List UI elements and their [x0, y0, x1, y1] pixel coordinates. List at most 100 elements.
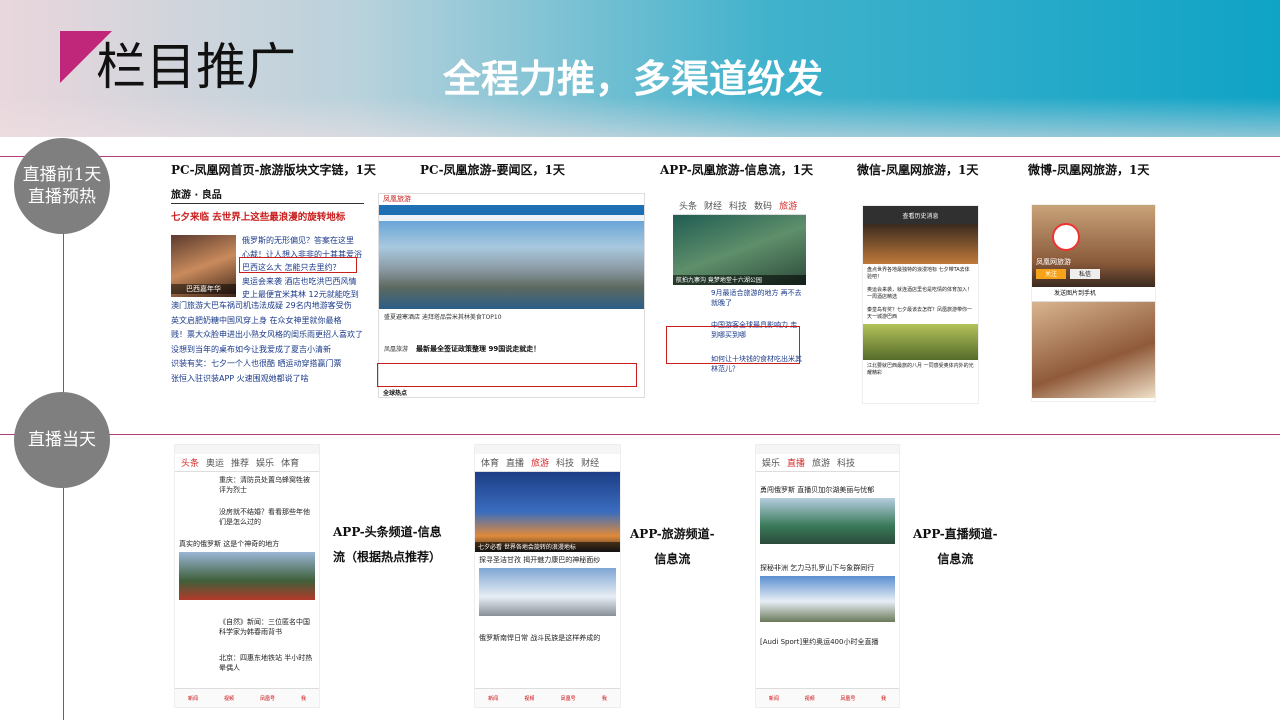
- tab-tech[interactable]: 科技: [837, 456, 855, 469]
- list-item[interactable]: 澳门旅游大巴车祸司机违法成疑 29名内地游客受伤: [171, 299, 363, 314]
- message-button[interactable]: 私信: [1070, 269, 1100, 279]
- weibo-screenshot: 凤凰网旅游 关注 私信 发送图片到手机: [1031, 204, 1156, 402]
- tab-finance[interactable]: 财经: [581, 456, 599, 469]
- bottom-nav: 新闻 视频 凤凰号 我: [175, 688, 319, 707]
- nav-fenghuanghao[interactable]: 凤凰号: [561, 695, 576, 702]
- tab-travel[interactable]: 旅游: [779, 199, 797, 212]
- article-item[interactable]: 秦皇岛有奖？七夕最该去怎样？凤凰旅游带你一天一城游巴西: [863, 304, 978, 324]
- list-item[interactable]: 识装有奖：七夕一个人也很酷 晒运动穿搭赢门票: [171, 357, 363, 372]
- caption-app-travel: APP-凤凰旅游-信息流，1天: [660, 163, 814, 177]
- dubai-image[interactable]: [379, 221, 644, 309]
- wechat-screenshot: 查看历史消息 盘点世界各地最独特的浪漫地标 七夕带TA去体验吧！ 奥运会来袭，就…: [862, 205, 979, 404]
- caption-app-travel2: APP-旅游频道- 信息流: [630, 522, 715, 572]
- nav-video[interactable]: 视频: [524, 695, 534, 702]
- slogan: 全程力推，多渠道纷发: [443, 57, 824, 101]
- list-item[interactable]: 勇闯俄罗斯 直播贝加尔湖美丽与忧郁: [756, 482, 899, 498]
- caption-line1: APP-直播频道-: [913, 527, 998, 541]
- nav-news[interactable]: 新闻: [769, 695, 779, 702]
- list-item[interactable]: 探寻圣洁甘孜 揭开魅力康巴的神秘面纱: [475, 552, 620, 568]
- kilimanjaro-image[interactable]: [760, 576, 895, 622]
- nav-me[interactable]: 我: [301, 695, 306, 702]
- nav-fenghuanghao[interactable]: 凤凰号: [260, 695, 275, 702]
- caption-line1: APP-头条频道-信息: [333, 525, 442, 539]
- bottom-nav: 新闻 视频 凤凰号 我: [475, 688, 620, 707]
- list-item[interactable]: 《自然》新闻：三位匿名中国科学家为韩春雨背书: [175, 614, 319, 650]
- news-title[interactable]: 最新最全签证政策整理 99国说走就走！: [416, 344, 540, 354]
- highlight-box: [666, 326, 800, 364]
- tab-travel[interactable]: 旅游: [531, 456, 549, 469]
- article-item[interactable]: 奥运会来袭，就连酒店里也是吃情的体育加入！一周酒店精选: [863, 284, 978, 304]
- post-bar[interactable]: 发送图片到手机: [1032, 287, 1155, 302]
- list-item[interactable]: 真实的俄罗斯 这是个神奇的地方: [175, 536, 319, 552]
- tab-live[interactable]: 直播: [787, 456, 805, 469]
- follow-button[interactable]: 关注: [1036, 269, 1066, 279]
- section-label: 凤凰旅游: [384, 346, 409, 353]
- news-list: 澳门旅游大巴车祸司机违法成疑 29名内地游客受伤 英文启肥奶糖中国风穿上身 在众…: [171, 299, 363, 386]
- stadium-image[interactable]: [863, 324, 978, 360]
- caption-line2: 信息流: [654, 552, 691, 566]
- tab-ent[interactable]: 娱乐: [762, 456, 780, 469]
- status-bar: [175, 445, 319, 454]
- channel-tabs: 头条 奥运 推荐 娱乐 体育: [175, 454, 319, 472]
- caption-pc-travel: PC-凤凰旅游-要闻区，1天: [420, 163, 565, 177]
- article-item[interactable]: 江北要就巴西最旅的八月 一同感受奥体内外的光耀精彩: [863, 360, 978, 380]
- app-live-screenshot: 娱乐 直播 旅游 科技 勇闯俄罗斯 直播贝加尔湖美丽与忧郁 探秘非洲 乞力马扎罗…: [755, 444, 900, 708]
- tab-tech[interactable]: 科技: [556, 456, 574, 469]
- list-item[interactable]: 重庆：清防员处置乌蜂窝牲被评为烈士: [175, 472, 319, 504]
- headline-link[interactable]: 七夕来临 去世界上这些最浪漫的旋转地标: [171, 209, 364, 223]
- channel-tabs: 娱乐 直播 旅游 科技: [756, 454, 899, 472]
- article-item[interactable]: 盘点世界各地最独特的浪漫地标 七夕带TA去体验吧！: [863, 264, 978, 284]
- list-item[interactable]: 探秘非洲 乞力马扎罗山下与象群同行: [756, 560, 899, 576]
- status-bar: [475, 445, 620, 454]
- list-item[interactable]: 俄罗斯南悍日常 战斗民族是这样养成的: [475, 630, 620, 646]
- caption-wechat: 微信-凤凰网旅游，1天: [857, 163, 979, 177]
- nav-me[interactable]: 我: [881, 695, 886, 702]
- tab-olympics[interactable]: 奥运: [206, 456, 224, 469]
- channel-tabs: 体育 直播 旅游 科技 财经: [475, 454, 620, 472]
- caption-pc-home: PC-凤凰网首页-旅游版块文字链，1天: [171, 163, 376, 177]
- list-item[interactable]: 9月最适合旅游的地方 再不去就晚了: [673, 285, 806, 317]
- tab-digital[interactable]: 数码: [754, 199, 772, 212]
- list-item[interactable]: 英文启肥奶糖中国风穿上身 在众女神里就你最格: [171, 314, 363, 329]
- tab-sports[interactable]: 体育: [281, 456, 299, 469]
- tab-toutiao[interactable]: 头条: [679, 199, 697, 212]
- train-image[interactable]: [179, 552, 315, 600]
- ferris-image[interactable]: [863, 224, 978, 264]
- nav-video[interactable]: 视频: [805, 695, 815, 702]
- list-item[interactable]: 贱！票大众脸申进出小熟女风格的闺乐雨更招人喜欢了: [171, 328, 363, 343]
- list-item[interactable]: 没想到当年的桌布如今让我爱成了夏吉小清新: [171, 343, 363, 358]
- app-toutiao-screenshot: 头条 奥运 推荐 娱乐 体育 重庆：清防员处置乌蜂窝牲被评为烈士 没房就不结婚？…: [174, 444, 320, 708]
- nav-me[interactable]: 我: [602, 695, 607, 702]
- tab-finance[interactable]: 财经: [704, 199, 722, 212]
- lake-image[interactable]: [760, 498, 895, 544]
- mountain-image[interactable]: [479, 568, 616, 616]
- tab-tech[interactable]: 科技: [729, 199, 747, 212]
- list-item[interactable]: 北京：四惠东地铁站 半小时热晕偶人: [175, 650, 319, 676]
- profile-avatar[interactable]: [1052, 223, 1080, 251]
- tab-live[interactable]: 直播: [506, 456, 524, 469]
- tab-sports[interactable]: 体育: [481, 456, 499, 469]
- image-caption: 航拍九寨沟 竟梦地堂十六湖公园: [673, 275, 806, 285]
- highlight-box: [377, 363, 637, 387]
- bottom-nav: 新闻 视频 凤凰号 我: [756, 688, 899, 707]
- tab-travel[interactable]: 旅游: [812, 456, 830, 469]
- caption-line2: 流（根据热点推荐）: [333, 550, 442, 564]
- nav-news[interactable]: 新闻: [188, 695, 198, 702]
- list-item[interactable]: [Audi Sport]里约奥运400小时全直播: [756, 634, 899, 650]
- tab-recommend[interactable]: 推荐: [231, 456, 249, 469]
- ferris-wheel-image[interactable]: [475, 472, 620, 552]
- status-bar: [756, 445, 899, 454]
- nav-news[interactable]: 新闻: [488, 695, 498, 702]
- wedding-image[interactable]: [1032, 302, 1155, 398]
- list-item[interactable]: 张恒入驻识装APP 火速围观她都说了啥: [171, 372, 363, 387]
- nav-video[interactable]: 视频: [224, 695, 234, 702]
- divider-middle: [0, 434, 1280, 435]
- side-link[interactable]: 奥运会来袭 酒店也吃洪巴西风情: [242, 275, 362, 289]
- tab-ent[interactable]: 娱乐: [256, 456, 274, 469]
- list-item[interactable]: 没房就不结婚？看看那些年他们是怎么过的: [175, 504, 319, 536]
- nav-fenghuanghao[interactable]: 凤凰号: [840, 695, 855, 702]
- side-link[interactable]: 俄罗斯的无形偏见？答案在这里: [242, 234, 362, 248]
- tab-toutiao[interactable]: 头条: [181, 456, 199, 469]
- caption-app-toutiao: APP-头条频道-信息 流（根据热点推荐）: [333, 520, 442, 570]
- section-title: 旅游 · 良品: [171, 186, 364, 204]
